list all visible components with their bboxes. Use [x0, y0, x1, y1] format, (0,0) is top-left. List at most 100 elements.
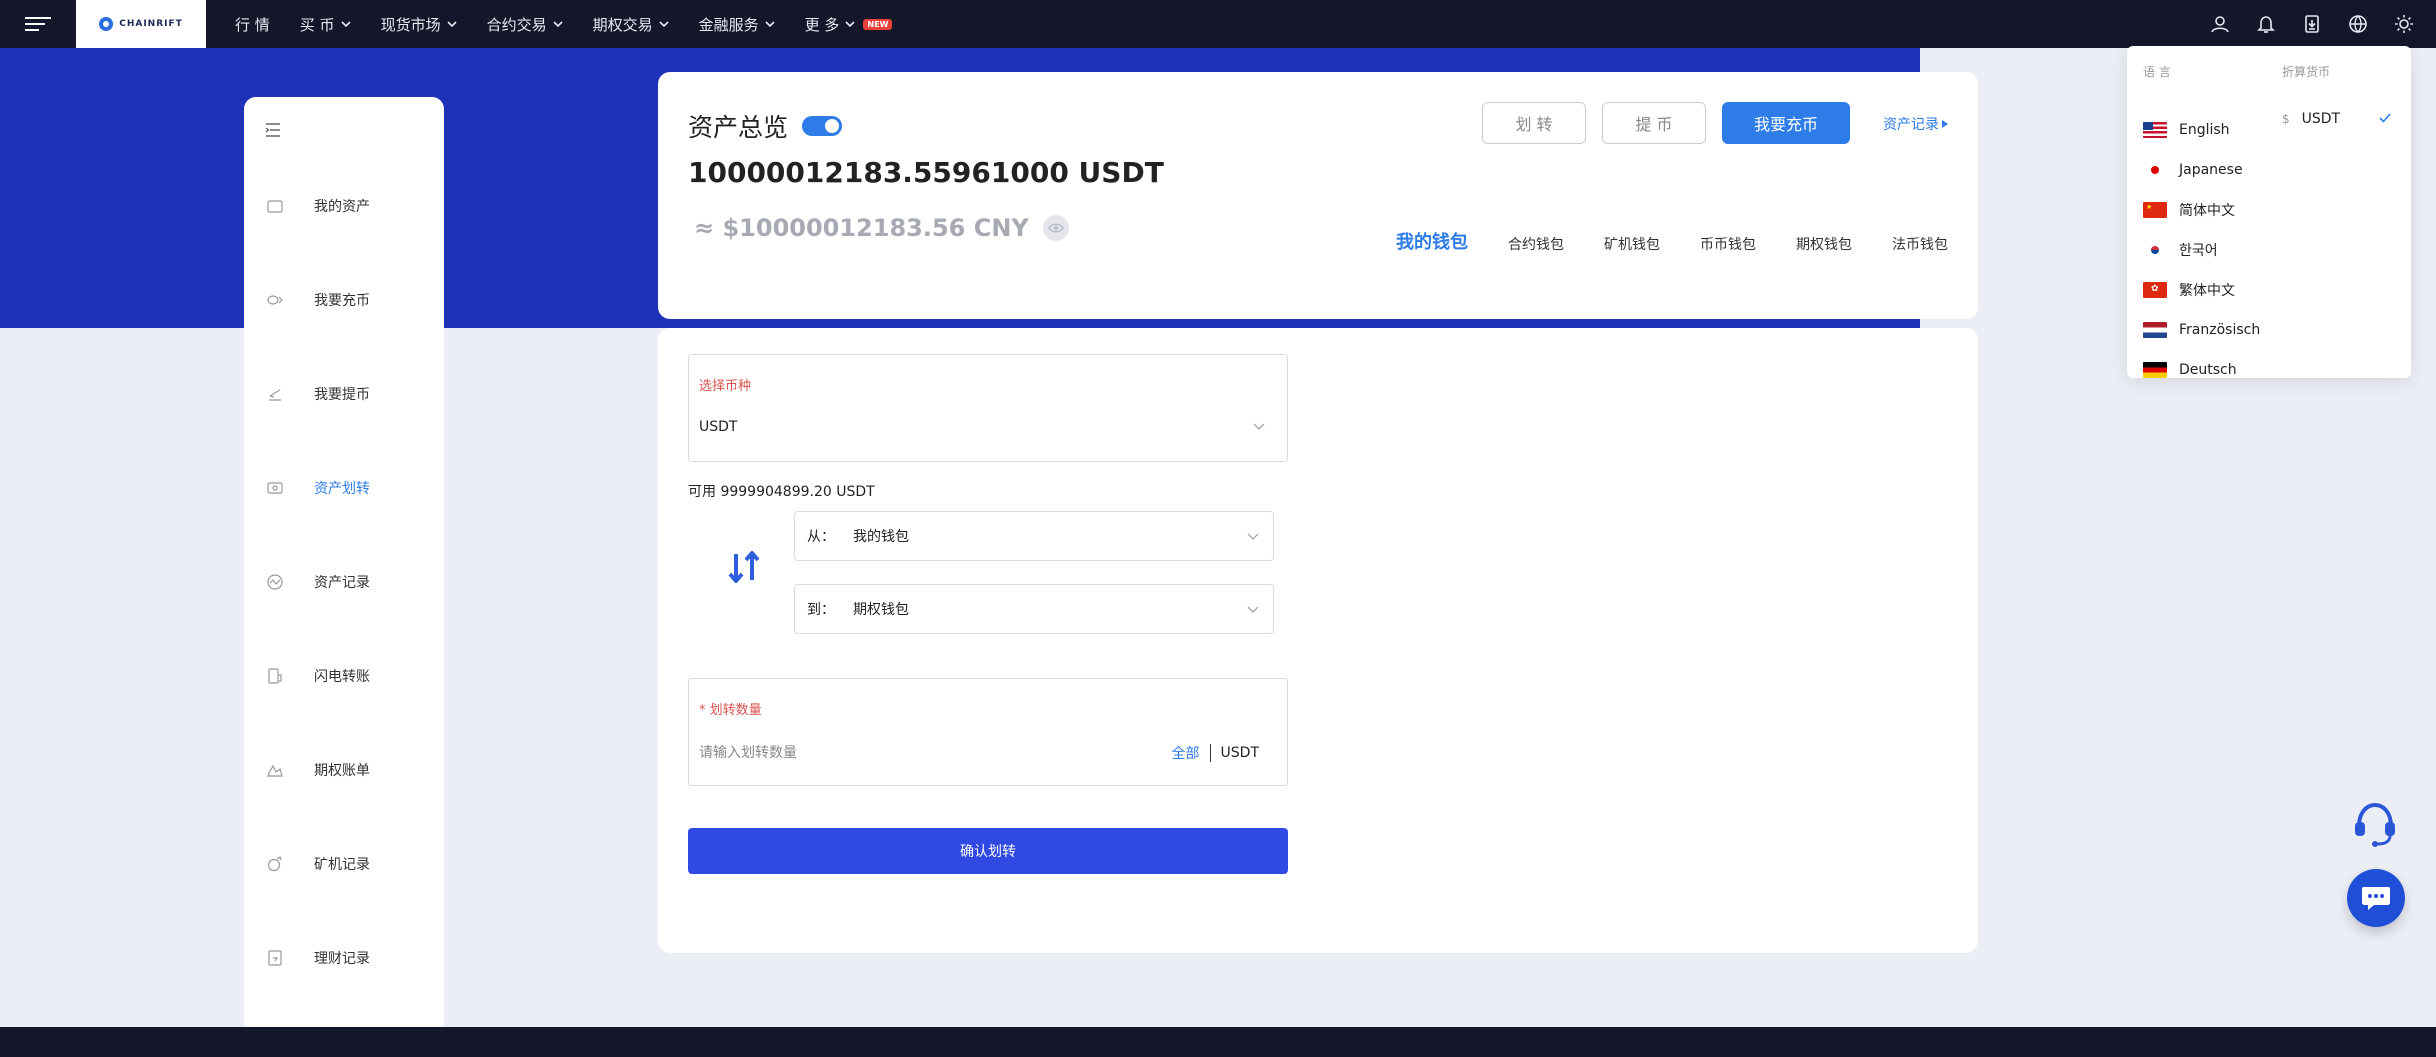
collapse-menu-icon[interactable] — [264, 121, 282, 139]
download-icon[interactable] — [2300, 12, 2324, 36]
eye-icon[interactable] — [1042, 215, 1069, 241]
globe-icon[interactable] — [2346, 12, 2370, 36]
total-asset-amount: 10000012183.55961000 USDT — [688, 156, 1164, 189]
jp-flag-icon — [2143, 162, 2167, 178]
transfer-amount-input[interactable] — [699, 741, 1139, 765]
wallet-icon — [266, 197, 284, 215]
tab-options-wallet[interactable]: 期权钱包 — [1796, 234, 1852, 254]
transfer-amount-label: * 划转数量 — [699, 703, 762, 718]
language-option-korean[interactable]: 한국어 — [2143, 230, 2260, 270]
tab-contract-wallet[interactable]: 合约钱包 — [1508, 234, 1564, 254]
transfer-button[interactable]: 划 转 — [1482, 102, 1586, 144]
chat-button[interactable] — [2347, 869, 2405, 927]
tab-fiat-wallet[interactable]: 法币钱包 — [1892, 234, 1948, 254]
chevron-down-icon — [845, 20, 855, 27]
sidebar-item-finance-records[interactable]: 理财记录 — [244, 911, 444, 1005]
asset-records-label: 资产记录 — [1883, 117, 1939, 133]
currency-symbol: $ — [2282, 112, 2290, 126]
bill-icon — [266, 761, 284, 779]
language-option-german[interactable]: Deutsch — [2143, 350, 2260, 378]
divider — [1209, 744, 1211, 762]
miner-icon — [266, 855, 284, 873]
sidebar-item-label: 资产记录 — [314, 575, 370, 591]
logo-text: CHAINRIFT — [119, 19, 183, 29]
cn-flag-icon: ★ — [2143, 202, 2167, 218]
check-icon — [2379, 113, 2391, 123]
language-label: 한국어 — [2179, 243, 2218, 259]
swap-icon[interactable] — [726, 548, 762, 586]
brand-logo[interactable]: CHAINRIFT — [76, 0, 206, 48]
sidebar-item-my-assets[interactable]: 我的资产 — [244, 159, 444, 253]
tab-spot-wallet[interactable]: 币币钱包 — [1700, 234, 1756, 254]
to-prefix: 到： — [807, 602, 835, 618]
chevron-down-icon — [1247, 606, 1259, 613]
nav-item-market[interactable]: 行 情 — [235, 14, 270, 35]
nav-item-more[interactable]: 更 多 NEW — [805, 14, 893, 35]
chevron-down-icon — [659, 20, 669, 27]
overview-actions: 划 转 提 币 我要充币 — [1482, 102, 1850, 144]
language-label: Französisch — [2179, 322, 2261, 338]
chevron-down-icon — [765, 20, 775, 27]
records-icon — [266, 573, 284, 591]
customer-support-icon[interactable] — [2352, 800, 2398, 848]
language-option-french[interactable]: Französisch — [2143, 310, 2260, 350]
page-title: 资产总览 — [688, 113, 789, 142]
nav-item-finance[interactable]: 金融服务 — [699, 14, 775, 35]
language-label: Deutsch — [2179, 362, 2237, 378]
sidebar-item-transfer[interactable]: 资产划转 — [244, 441, 444, 535]
tab-miner-wallet[interactable]: 矿机钱包 — [1604, 234, 1660, 254]
overview-title-row: 资产总览 — [688, 108, 843, 144]
nav-item-buy-coin[interactable]: 买 币 — [300, 14, 351, 35]
nav-item-options[interactable]: 期权交易 — [593, 14, 669, 35]
language-label: 简体中文 — [2179, 203, 2235, 219]
sidebar-item-label: 我要提币 — [314, 387, 370, 403]
visibility-toggle[interactable] — [802, 116, 843, 136]
caret-right-icon — [1942, 120, 1948, 128]
sidebar-item-deposit[interactable]: 我要充币 — [244, 253, 444, 347]
nav-item-spot[interactable]: 现货市场 — [381, 14, 457, 35]
sidebar-item-label: 资产划转 — [314, 481, 370, 497]
sidebar-item-label: 期权账单 — [314, 763, 370, 779]
chevron-down-icon — [1247, 533, 1259, 540]
currency-option-usdt[interactable]: $ USDT — [2282, 106, 2398, 132]
asset-transfer-card: 选择币种 USDT 可用 9999904899.20 USDT 从： 我的钱包 … — [658, 328, 1978, 953]
amount-unit: USDT — [1220, 745, 1259, 761]
to-wallet-select[interactable]: 到： 期权钱包 — [794, 584, 1274, 634]
amount-suffix: 全部 USDT — [1172, 743, 1259, 763]
all-amount-button[interactable]: 全部 — [1172, 743, 1200, 763]
asset-records-link[interactable]: 资产记录 — [1883, 114, 1948, 134]
transfer-amount-field: * 划转数量 全部 USDT — [688, 678, 1288, 786]
language-option-japanese[interactable]: Japanese — [2143, 150, 2260, 190]
withdraw-icon — [266, 385, 284, 403]
nav-item-contract[interactable]: 合约交易 — [487, 14, 563, 35]
sidebar-item-flash-transfer[interactable]: 闪电转账 — [244, 629, 444, 723]
sun-icon[interactable] — [2392, 12, 2416, 36]
language-list: English Japanese ★ 简体中文 한국어 ✿ 繁体中文 Franz… — [2143, 110, 2260, 378]
sidebar-item-records[interactable]: 资产记录 — [244, 535, 444, 629]
hamburger-menu-icon[interactable] — [0, 0, 76, 48]
tab-my-wallet[interactable]: 我的钱包 — [1396, 228, 1468, 254]
sidebar-item-options-bill[interactable]: 期权账单 — [244, 723, 444, 817]
user-icon[interactable] — [2208, 12, 2232, 36]
withdraw-button[interactable]: 提 币 — [1602, 102, 1706, 144]
chevron-down-icon — [1253, 423, 1265, 430]
from-wallet-select[interactable]: 从： 我的钱包 — [794, 511, 1274, 561]
coin-select-value: USDT — [699, 419, 738, 435]
sidebar-item-label: 我要充币 — [314, 293, 370, 309]
language-label: English — [2179, 122, 2230, 138]
deposit-button[interactable]: 我要充币 — [1722, 102, 1850, 144]
confirm-transfer-button[interactable]: 确认划转 — [688, 828, 1288, 874]
sidebar-item-withdraw[interactable]: 我要提币 — [244, 347, 444, 441]
bell-icon[interactable] — [2254, 12, 2278, 36]
sidebar-item-label: 理财记录 — [314, 951, 370, 967]
sidebar-item-miner-records[interactable]: 矿机记录 — [244, 817, 444, 911]
kr-flag-icon — [2143, 242, 2167, 258]
hk-flag-icon: ✿ — [2143, 282, 2167, 298]
new-badge: NEW — [863, 18, 893, 30]
language-option-english[interactable]: English — [2143, 110, 2260, 150]
language-option-traditional-chinese[interactable]: ✿ 繁体中文 — [2143, 270, 2260, 310]
sidebar-item-label: 矿机记录 — [314, 857, 370, 873]
language-option-simplified-chinese[interactable]: ★ 简体中文 — [2143, 190, 2260, 230]
coin-select[interactable]: 选择币种 USDT — [688, 354, 1288, 462]
main-menu: 行 情 买 币 现货市场 合约交易 期权交易 金融服务 更 多 NEW — [220, 0, 907, 48]
